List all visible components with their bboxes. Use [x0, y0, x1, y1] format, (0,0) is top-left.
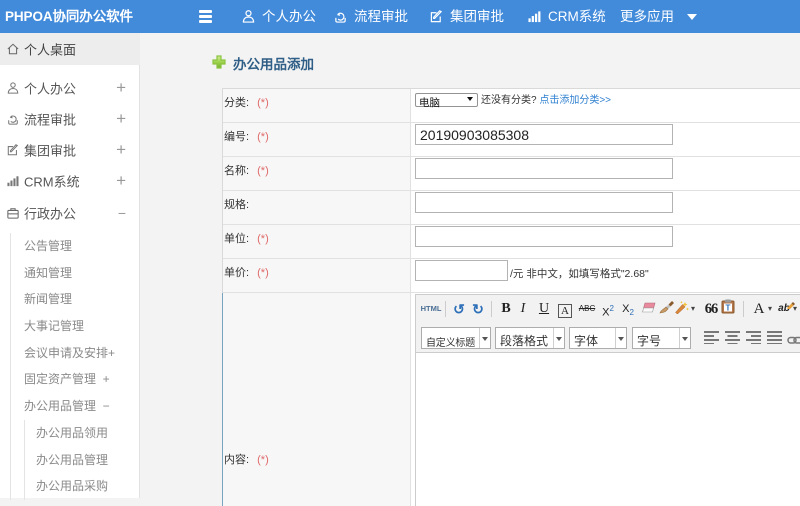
svg-text:T: T — [725, 304, 730, 313]
